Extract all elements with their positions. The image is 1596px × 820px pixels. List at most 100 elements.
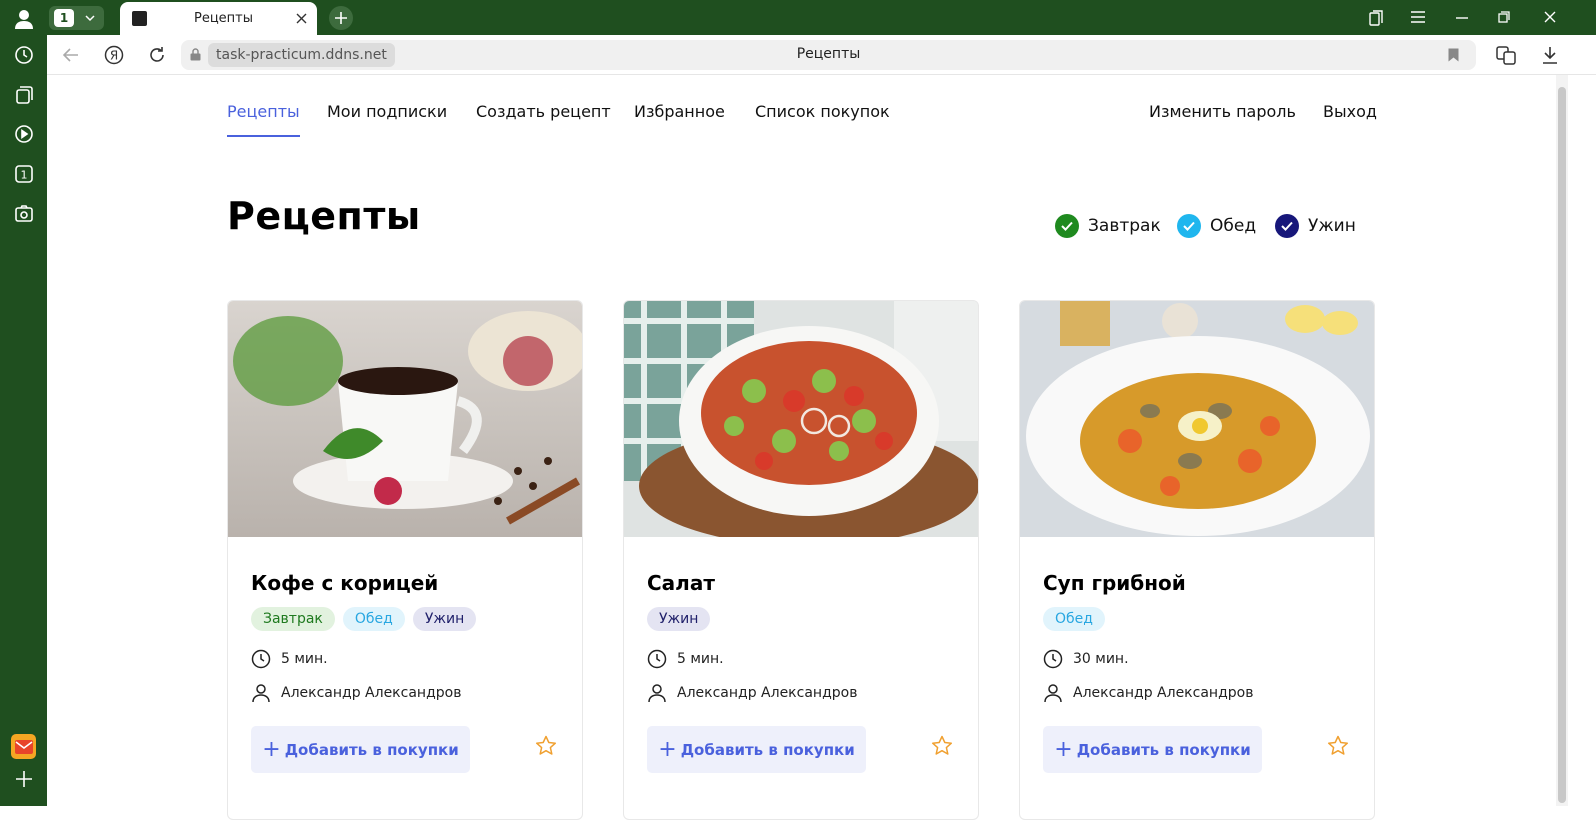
nav-shopping-list[interactable]: Список покупок	[755, 102, 890, 121]
recipe-tags: Ужин	[647, 607, 711, 631]
history-icon[interactable]	[11, 42, 36, 67]
svg-text:1: 1	[20, 168, 27, 181]
nav-recipes[interactable]: Рецепты	[227, 102, 300, 121]
new-tab-button[interactable]	[329, 6, 353, 30]
page-title: Рецепты	[227, 194, 421, 238]
recipe-tags: Обед	[1043, 607, 1105, 631]
filter-label: Ужин	[1308, 216, 1356, 236]
clock-icon	[1043, 649, 1063, 669]
tag-dinner: Ужин	[412, 607, 477, 631]
add-to-shopping-label: Добавить в покупки	[680, 740, 855, 759]
minimize-icon[interactable]	[1456, 17, 1468, 19]
user-icon	[648, 684, 666, 703]
recipe-author-name[interactable]: Александр Александров	[677, 685, 857, 701]
url-page-title: Рецепты	[796, 46, 861, 62]
recipe-title[interactable]: Суп грибной	[1043, 571, 1186, 595]
nav-subscriptions[interactable]: Мои подписки	[327, 102, 447, 121]
tab-bar: 1 Рецепты	[47, 0, 1596, 35]
address-bar: Я task-practicum.ddns.net Рецепты	[47, 35, 1596, 75]
filter-label: Обед	[1210, 216, 1257, 236]
screenshot-icon[interactable]	[11, 201, 36, 226]
coffee-cup-photo[interactable]	[228, 301, 583, 537]
recipe-tags: Завтрак Обед Ужин	[251, 607, 477, 631]
mushroom-soup-photo[interactable]	[1020, 301, 1375, 537]
salad-bowl-photo[interactable]	[624, 301, 979, 537]
add-to-shopping-button[interactable]: + Добавить в покупки	[647, 726, 866, 773]
filter-breakfast[interactable]: Завтрак	[1055, 213, 1161, 239]
recipe-author: Александр Александров	[1043, 683, 1253, 703]
yandex-logo-icon[interactable]: Я	[104, 45, 124, 65]
plus-icon: +	[1054, 736, 1073, 762]
nav-active-underline	[227, 135, 300, 137]
page-scrollbar[interactable]	[1556, 75, 1568, 806]
recipe-card: Салат Ужин 5 мин. Александр Александров …	[623, 300, 979, 820]
recipe-title[interactable]: Салат	[647, 571, 715, 595]
recipe-time: 30 мин.	[1043, 649, 1129, 669]
favicon-icon	[132, 11, 147, 26]
checkbox-checked-icon	[1055, 214, 1079, 238]
tab-counter-icon[interactable]: 1	[11, 161, 36, 186]
recipe-author: Александр Александров	[251, 683, 461, 703]
close-window-icon[interactable]	[1544, 11, 1556, 23]
nav-favorites[interactable]: Избранное	[634, 102, 725, 121]
svg-text:Я: Я	[110, 49, 118, 63]
collections-icon[interactable]	[11, 82, 36, 107]
tab-title: Рецепты	[194, 11, 254, 26]
browser-sidebar: 1	[0, 0, 47, 806]
checkbox-checked-icon	[1275, 214, 1299, 238]
filter-dinner[interactable]: Ужин	[1275, 213, 1356, 239]
user-icon	[252, 684, 270, 703]
recipe-author-name[interactable]: Александр Александров	[1073, 685, 1253, 701]
tag-dinner: Ужин	[647, 607, 711, 631]
chevron-down-icon	[85, 15, 95, 22]
nav-create-recipe[interactable]: Создать рецепт	[476, 102, 611, 121]
add-panel-icon[interactable]	[11, 766, 36, 791]
checkbox-checked-icon	[1177, 214, 1201, 238]
tag-breakfast: Завтрак	[251, 607, 335, 631]
tag-lunch: Обед	[1043, 607, 1105, 631]
add-to-shopping-label: Добавить в покупки	[284, 740, 459, 759]
recipe-title[interactable]: Кофе с корицей	[251, 571, 438, 595]
recipe-time: 5 мин.	[647, 649, 724, 669]
menu-icon[interactable]	[1411, 11, 1425, 23]
recipe-time-value: 30 мин.	[1073, 651, 1129, 667]
plus-icon	[335, 12, 347, 24]
plus-icon: +	[262, 736, 281, 762]
favorite-star-icon[interactable]	[1327, 735, 1349, 757]
tab-group-switcher[interactable]: 1	[49, 6, 104, 30]
clock-icon	[251, 649, 271, 669]
filter-label: Завтрак	[1088, 216, 1161, 236]
filter-lunch[interactable]: Обед	[1177, 213, 1256, 239]
recipe-time-value: 5 мин.	[677, 651, 724, 667]
add-to-shopping-label: Добавить в покупки	[1076, 740, 1251, 759]
mail-icon[interactable]	[11, 734, 36, 759]
bookmarks-panel-icon[interactable]	[1368, 10, 1384, 26]
bookmark-icon[interactable]	[1448, 48, 1459, 62]
recipe-time: 5 мин.	[251, 649, 328, 669]
back-arrow-icon[interactable]	[63, 48, 79, 62]
translate-icon[interactable]	[1496, 45, 1516, 65]
recipe-card: Суп грибной Обед 30 мин. Александр Алекс…	[1019, 300, 1375, 820]
add-to-shopping-button[interactable]: + Добавить в покупки	[251, 726, 470, 773]
browser-tab[interactable]: Рецепты	[120, 2, 317, 35]
url-field[interactable]: task-practicum.ddns.net Рецепты	[181, 40, 1476, 70]
scrollbar-thumb[interactable]	[1558, 87, 1566, 803]
recipe-time-value: 5 мин.	[281, 651, 328, 667]
add-to-shopping-button[interactable]: + Добавить в покупки	[1043, 726, 1262, 773]
nav-change-password[interactable]: Изменить пароль	[1149, 102, 1296, 121]
profile-icon[interactable]	[11, 6, 36, 31]
recipe-card: Кофе с корицей Завтрак Обед Ужин 5 мин. …	[227, 300, 583, 820]
restore-icon[interactable]	[1498, 11, 1510, 23]
video-play-icon[interactable]	[11, 121, 36, 146]
recipe-author: Александр Александров	[647, 683, 857, 703]
nav-logout[interactable]: Выход	[1323, 102, 1377, 121]
tab-count-badge: 1	[54, 9, 74, 27]
user-icon	[1044, 684, 1062, 703]
favorite-star-icon[interactable]	[931, 735, 953, 757]
clock-icon	[647, 649, 667, 669]
recipe-author-name[interactable]: Александр Александров	[281, 685, 461, 701]
close-tab-icon[interactable]	[296, 13, 307, 24]
reload-icon[interactable]	[148, 46, 166, 64]
download-icon[interactable]	[1542, 46, 1558, 64]
favorite-star-icon[interactable]	[535, 735, 557, 757]
